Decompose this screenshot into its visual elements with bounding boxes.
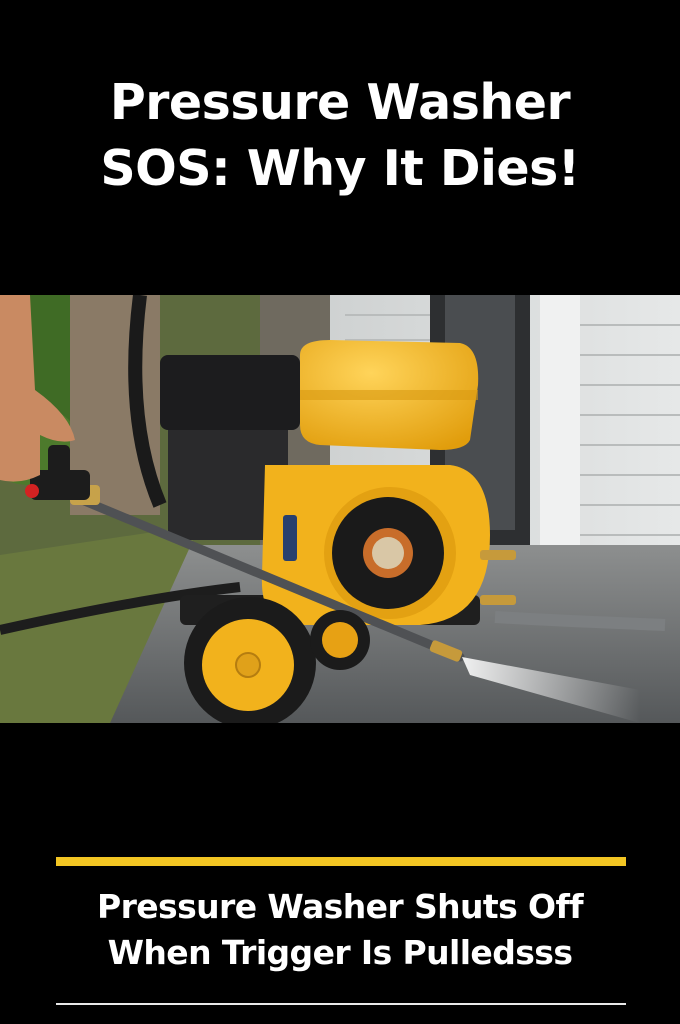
- subheadline-line-2: When Trigger Is Pulledsss: [107, 933, 573, 972]
- bottom-divider: [56, 1003, 626, 1005]
- subheadline-line-1: Pressure Washer Shuts Off: [97, 887, 584, 926]
- pressure-washer-photo: [0, 295, 680, 723]
- accent-divider: [56, 857, 626, 866]
- headline: Pressure Washer SOS: Why It Dies!: [40, 70, 640, 202]
- subheadline: Pressure Washer Shuts Off When Trigger I…: [20, 884, 660, 976]
- pin-card: Pressure Washer SOS: Why It Dies! Pressu…: [0, 0, 680, 1024]
- headline-line-2: SOS: Why It Dies!: [100, 140, 580, 197]
- headline-line-1: Pressure Washer: [109, 74, 571, 131]
